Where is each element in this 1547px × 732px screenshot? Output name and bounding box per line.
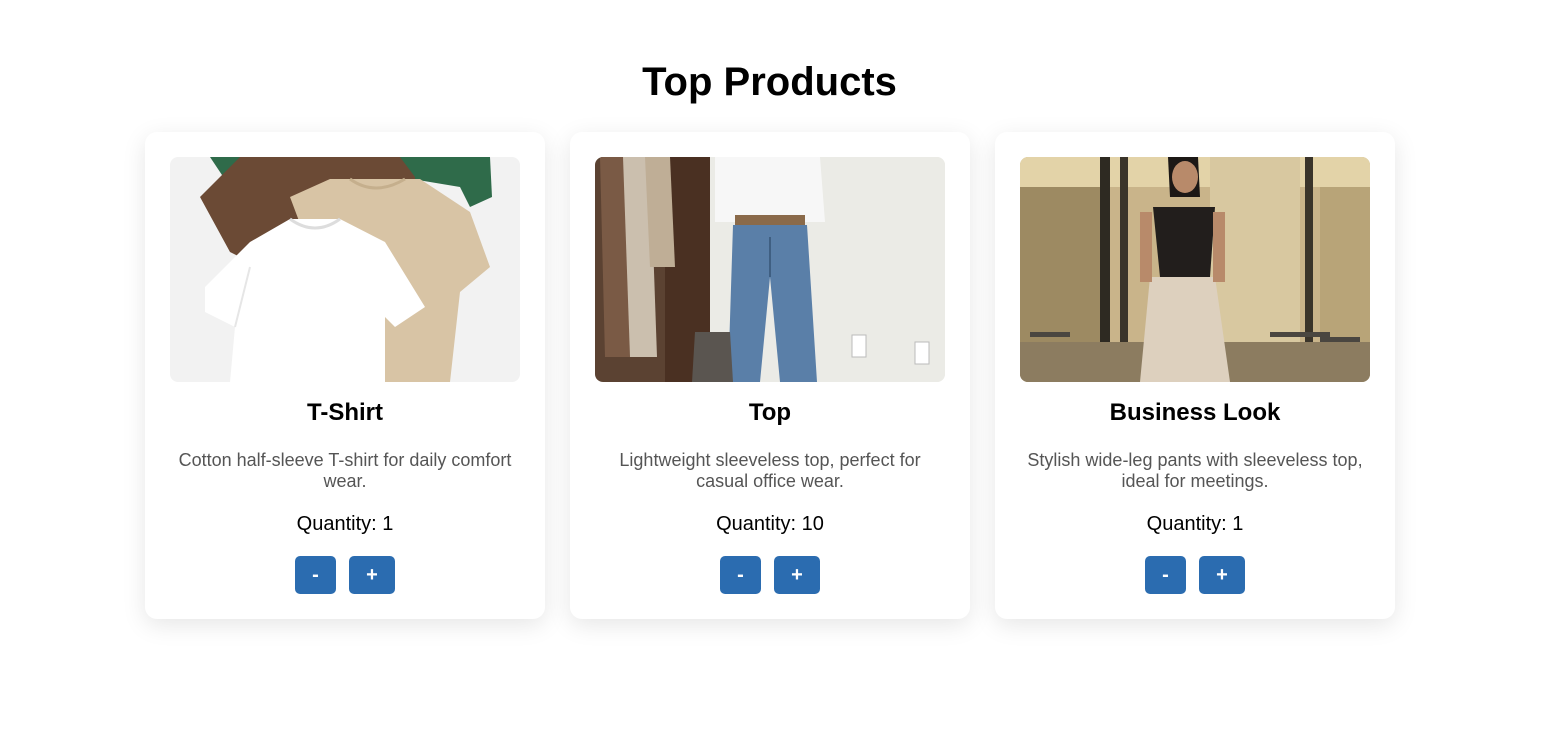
product-description: Stylish wide-leg pants with sleeveless t…	[1027, 450, 1363, 491]
product-card-business-look: Business Look Stylish wide-leg pants wit…	[995, 132, 1395, 619]
increment-button[interactable]: +	[774, 556, 820, 594]
quantity-controls: - +	[995, 556, 1395, 594]
decrement-button[interactable]: -	[1145, 556, 1186, 594]
page: Top Products T-Shirt Cotton half-sleeve …	[0, 0, 1547, 732]
product-quantity: Quantity: 1	[296, 513, 394, 535]
decrement-button[interactable]: -	[720, 556, 761, 594]
product-card-top: Top Lightweight sleeveless top, perfect …	[570, 132, 970, 619]
increment-button[interactable]: +	[1199, 556, 1245, 594]
quantity-controls: - +	[145, 556, 545, 594]
page-title-text: Top Products	[642, 60, 897, 104]
product-quantity: Quantity: 10	[716, 513, 824, 535]
product-name: Top	[748, 399, 792, 426]
product-quantity: Quantity: 1	[1146, 513, 1244, 535]
product-name: T-Shirt	[307, 399, 383, 426]
page-title: Top Products	[0, 58, 1547, 106]
product-description: Cotton half-sleeve T-shirt for daily com…	[178, 450, 512, 491]
product-image-t-shirt	[170, 157, 520, 382]
product-image-business-look	[1020, 157, 1370, 382]
decrement-button[interactable]: -	[295, 556, 336, 594]
product-name: Business Look	[1109, 399, 1281, 426]
product-card-t-shirt: T-Shirt Cotton half-sleeve T-shirt for d…	[145, 132, 545, 619]
increment-button[interactable]: +	[349, 556, 395, 594]
product-description: Lightweight sleeveless top, perfect for …	[619, 450, 921, 491]
product-image-top	[595, 157, 945, 382]
quantity-controls: - +	[570, 556, 970, 594]
